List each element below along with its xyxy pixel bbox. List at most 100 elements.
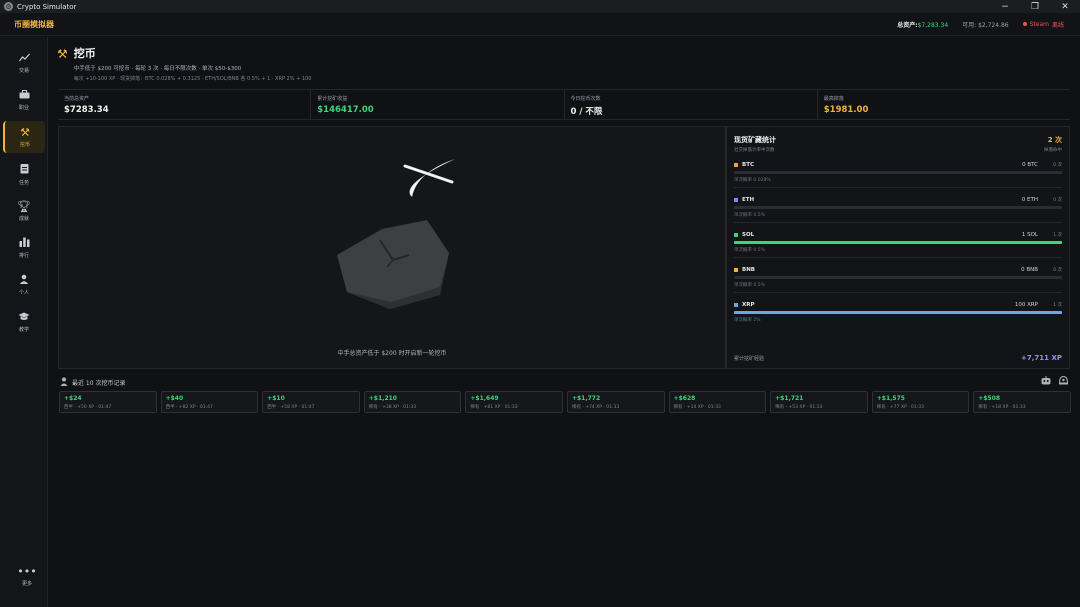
coin-progress-bar — [734, 241, 1062, 244]
chart-line-icon — [18, 53, 30, 64]
record-amount: +$1,649 — [470, 395, 499, 402]
pickaxe-tool-icon[interactable] — [403, 159, 455, 197]
more-dots-icon: ••• — [17, 564, 37, 578]
record-meta: 西半 · +58 XP · 01:47 — [267, 405, 315, 410]
mining-area[interactable]: 中手总资产低于 $200 时开启新一轮挖币 — [58, 126, 726, 369]
steam-status-text: 离线 — [1051, 21, 1064, 29]
recent-actions — [1041, 375, 1069, 387]
window-titlebar: ⚙ Crypto Simulator − ❐ ✕ — [0, 0, 1080, 13]
steam-label: Steam — [1029, 20, 1049, 28]
bnb-color-icon — [734, 268, 738, 272]
stat-value: $146417.00 — [317, 105, 374, 115]
sidebar-item-label: 个人 — [18, 290, 29, 296]
coin-name: BNB — [742, 267, 755, 273]
record-card: +$1,210 稀有 · +38 XP · 01:33 — [363, 391, 462, 413]
stats-bar: 当前总资产 $7283.34 累计挖矿收益 $146417.00 今日挖币次数 … — [58, 89, 1070, 120]
mining-hint: 中手总资产低于 $200 时开启新一轮挖币 — [337, 350, 447, 357]
record-card: +$24 西半 · +50 XP · 01:47 — [59, 391, 157, 413]
record-amount: +$10 — [267, 395, 285, 402]
page-header: ⚒ 挖币 中手低于 $200 可挖币 · 每轮 3 次 · 每日不限次数 · 单… — [57, 45, 311, 82]
coin-row-btc: BTC 0 BTC 0 次 单次概率 0.028% — [734, 162, 1062, 188]
available-balance: 可用: $2,724.86 — [962, 21, 1009, 29]
coin-amount: 0 BTC — [1022, 162, 1038, 168]
sidebar-item-career[interactable]: 职业 — [3, 84, 45, 116]
coin-row-xrp: XRP 100 XRP 1 次 单次概率 2% — [734, 302, 1062, 323]
coin-name: BTC — [742, 162, 754, 168]
sidebar-item-label: 任务 — [18, 179, 29, 186]
stat-label: 今日挖币次数 — [570, 96, 601, 102]
record-amount: +$1,772 — [571, 395, 601, 402]
xp-value: +7,711 XP — [1021, 354, 1062, 362]
stat-today-count: 今日挖币次数 0 / 不限 — [565, 90, 818, 119]
record-card: +$1,575 稀有 · +77 XP · 01:33 — [871, 391, 970, 413]
xrp-color-icon — [734, 303, 738, 307]
stat-label: 当前总资产 — [64, 96, 90, 102]
record-card: +$40 西半 · +82 XP · 01:47 — [160, 391, 259, 413]
app-gear-icon: ⚙ — [4, 2, 13, 11]
btc-color-icon — [734, 163, 738, 167]
spot-hit-label: 掉落命中 — [1044, 148, 1062, 153]
coin-amount: 1 SOL — [1021, 232, 1038, 238]
spot-stats-panel: 现货矿藏统计 社交掉落计率中次数 2 次 掉落命中 BTC 0 BTC 0 次 … — [726, 126, 1070, 369]
clipboard-icon — [20, 163, 29, 176]
stat-label: 最高掉落 — [823, 96, 844, 102]
record-meta: 稀有 · +81 XP · 01:33 — [470, 405, 518, 410]
record-amount: +$1,721 — [775, 395, 804, 402]
stat-value: $7283.34 — [64, 105, 109, 115]
stat-value: $1981.00 — [823, 105, 869, 115]
record-amount: +$40 — [165, 395, 184, 402]
sidebar-item-mining[interactable]: ⚒ 挖币 — [3, 121, 45, 153]
sidebar-item-label: 成就 — [18, 215, 29, 222]
coin-rate: 单次概率 2% — [734, 318, 761, 323]
sidebar-item-tasks[interactable]: 任务 — [3, 158, 45, 190]
sidebar-item-label: 教学 — [18, 326, 29, 333]
coin-rate: 单次概率 0.028% — [734, 178, 771, 183]
recent-header: 最近 10 次挖币记录 — [60, 377, 125, 388]
close-icon[interactable]: ✕ — [1050, 0, 1080, 13]
coin-progress-bar — [734, 206, 1062, 209]
sidebar-item-label: 排行 — [18, 253, 29, 259]
helmet-icon[interactable] — [1058, 375, 1069, 387]
coin-times: 0 次 — [1053, 163, 1062, 168]
coin-times: 1 次 — [1053, 303, 1062, 308]
record-card: +$10 西半 · +58 XP · 01:47 — [262, 391, 360, 413]
sidebar-item-tutorial[interactable]: 教学 — [3, 306, 45, 338]
stat-total-assets: 当前总资产 $7283.34 — [58, 90, 312, 119]
total-assets-label: 总资产: — [897, 21, 918, 29]
trophy-icon: 🏆︎ — [17, 199, 31, 213]
record-meta: 稀有 · +53 XP · 01:33 — [775, 405, 823, 410]
brand-title: 币圈模拟器 — [14, 19, 54, 29]
steam-status[interactable]: Steam 离线 — [1022, 20, 1064, 29]
coin-amount: 100 XRP — [1014, 302, 1038, 308]
robot-icon[interactable] — [1041, 376, 1051, 387]
sidebar-item-ranking[interactable]: 排行 — [3, 232, 45, 264]
total-assets: 总资产:$7,283.34 — [897, 20, 948, 29]
briefcase-icon — [19, 89, 30, 101]
sidebar-item-label: 更多 — [21, 580, 32, 587]
record-meta: 稀有 · +38 XP · 01:33 — [368, 405, 417, 410]
record-meta: 稀有 · +18 XP · 01:33 — [978, 405, 1026, 410]
restore-icon[interactable]: ❐ — [1020, 0, 1050, 13]
person-icon — [19, 274, 29, 286]
coin-progress-bar — [734, 276, 1062, 279]
record-meta: 西半 · +82 XP · 01:47 — [165, 405, 213, 410]
sidebar-item-more[interactable]: ••• 更多 — [6, 560, 48, 592]
ore-rock[interactable] — [337, 220, 449, 309]
page-drop-rates: 每次 +10-100 XP · 现货掉落：BTC 0.028% + 0.3125… — [73, 76, 312, 82]
coin-progress-bar — [734, 171, 1062, 174]
spot-stats-subtitle: 社交掉落计率中次数 — [734, 148, 775, 153]
record-meta: 稀有 · +74 XP · 01:33 — [571, 405, 620, 410]
sidebar-item-trade[interactable]: 交易 — [3, 47, 45, 79]
sol-color-icon — [734, 233, 738, 237]
sidebar-item-achievements[interactable]: 🏆︎ 成就 — [3, 195, 45, 227]
record-card: +$628 稀有 · +14 XP · 01:33 — [668, 391, 767, 413]
sidebar-item-profile[interactable]: 个人 — [3, 269, 45, 301]
miner-icon — [60, 377, 68, 388]
app-header: 币圈模拟器 总资产:$7,283.34 可用: $2,724.86 Steam … — [0, 13, 1080, 36]
xp-footer: 累计挖矿经验 +7,711 XP — [734, 354, 1062, 362]
page-title: 挖币 — [73, 47, 96, 60]
pickaxe-icon: ⚒ — [20, 125, 30, 139]
coin-progress-bar — [734, 311, 1062, 314]
minimize-icon[interactable]: − — [990, 0, 1020, 13]
eth-color-icon — [734, 198, 738, 202]
